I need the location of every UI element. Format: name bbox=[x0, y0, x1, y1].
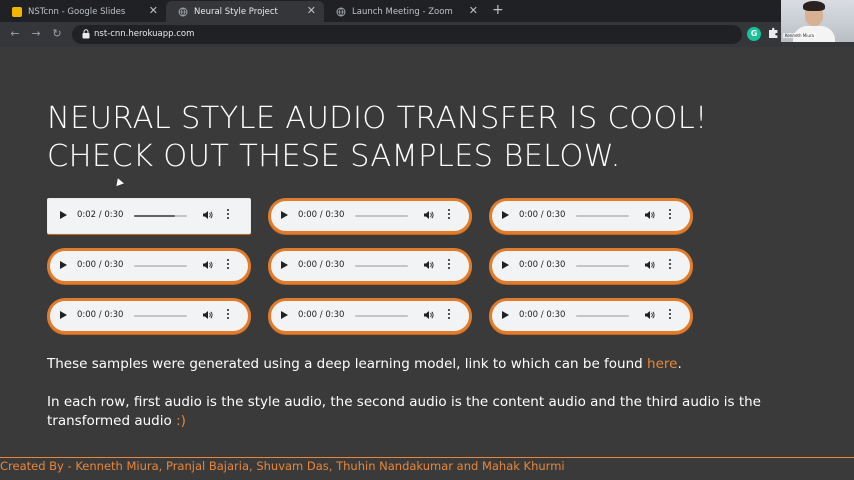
player-seek-bar[interactable] bbox=[355, 265, 408, 267]
close-tab-icon[interactable]: ✕ bbox=[469, 5, 478, 17]
player-seek-bar[interactable] bbox=[134, 265, 187, 267]
volume-icon[interactable] bbox=[203, 210, 213, 220]
more-options-icon[interactable] bbox=[447, 259, 451, 271]
footer-divider bbox=[0, 457, 854, 458]
player-time: 0:00 / 0:30 bbox=[77, 260, 124, 270]
webcam-person-hair bbox=[803, 1, 825, 11]
audio-player[interactable]: 0:00 / 0:30 bbox=[489, 298, 693, 334]
audio-player[interactable]: 0:00 / 0:30 bbox=[268, 198, 472, 234]
play-icon[interactable] bbox=[281, 211, 288, 219]
globe-icon bbox=[336, 7, 346, 16]
player-time: 0:00 / 0:30 bbox=[519, 310, 566, 320]
more-options-icon[interactable] bbox=[668, 209, 672, 221]
webcam-name-label: Kenneth Miura bbox=[783, 33, 816, 38]
explanation-text: In each row, first audio is the style au… bbox=[47, 394, 761, 429]
webcam-overlay: Kenneth Miura bbox=[781, 0, 854, 42]
play-icon[interactable] bbox=[60, 261, 67, 269]
browser-toolbar: ← → ↻ nst-cnn.herokuapp.com ☆ bbox=[0, 22, 854, 47]
more-options-icon[interactable] bbox=[447, 209, 451, 221]
address-bar[interactable]: nst-cnn.herokuapp.com ☆ bbox=[72, 25, 803, 44]
player-seek-bar[interactable] bbox=[134, 215, 187, 217]
new-tab-button[interactable]: + bbox=[492, 2, 504, 18]
more-options-icon[interactable] bbox=[226, 259, 230, 271]
audio-player[interactable]: 0:00 / 0:30 bbox=[489, 248, 693, 284]
mouse-cursor-icon bbox=[114, 176, 124, 187]
more-options-icon[interactable] bbox=[447, 309, 451, 321]
play-icon[interactable] bbox=[502, 261, 509, 269]
tab-neural-style-project[interactable]: Neural Style Project ✕ bbox=[166, 1, 324, 22]
url-text: nst-cnn.herokuapp.com bbox=[94, 29, 195, 39]
player-seek-bar[interactable] bbox=[576, 215, 629, 217]
smiley-text: :) bbox=[176, 413, 186, 429]
volume-icon[interactable] bbox=[645, 260, 655, 270]
forward-icon[interactable]: → bbox=[29, 27, 43, 40]
play-icon[interactable] bbox=[502, 311, 509, 319]
player-time: 0:02 / 0:30 bbox=[77, 210, 124, 220]
volume-icon[interactable] bbox=[424, 260, 434, 270]
back-icon[interactable]: ← bbox=[8, 27, 22, 40]
player-seek-bar[interactable] bbox=[355, 315, 408, 317]
tab-title: Launch Meeting - Zoom bbox=[352, 6, 453, 17]
tab-title: Neural Style Project bbox=[194, 6, 278, 17]
description-period: . bbox=[677, 356, 682, 372]
tab-strip: NSTcnn - Google Slides ✕ Neural Style Pr… bbox=[0, 0, 854, 22]
google-slides-icon bbox=[12, 6, 22, 17]
player-time: 0:00 / 0:30 bbox=[77, 310, 124, 320]
description-paragraph: These samples were generated using a dee… bbox=[47, 355, 807, 374]
volume-icon[interactable] bbox=[424, 310, 434, 320]
player-time: 0:00 / 0:30 bbox=[298, 260, 345, 270]
model-link[interactable]: here bbox=[647, 356, 677, 372]
grammarly-extension-icon[interactable]: G bbox=[747, 27, 761, 41]
globe-icon bbox=[178, 7, 188, 16]
more-options-icon[interactable] bbox=[668, 309, 672, 321]
audio-player[interactable]: 0:02 / 0:30 bbox=[47, 198, 251, 234]
play-icon[interactable] bbox=[502, 211, 509, 219]
page-headline: NEURAL STYLE AUDIO TRANSFER IS COOL! CHE… bbox=[47, 100, 708, 176]
close-tab-icon[interactable]: ✕ bbox=[149, 5, 158, 17]
player-time: 0:00 / 0:30 bbox=[298, 210, 345, 220]
volume-icon[interactable] bbox=[203, 310, 213, 320]
headline-line-2: CHECK OUT THESE SAMPLES BELOW. bbox=[47, 139, 621, 174]
audio-player[interactable]: 0:00 / 0:30 bbox=[489, 198, 693, 234]
explanation-paragraph: In each row, first audio is the style au… bbox=[47, 393, 807, 431]
more-options-icon[interactable] bbox=[226, 209, 230, 221]
player-time: 0:00 / 0:30 bbox=[519, 260, 566, 270]
description-text: These samples were generated using a dee… bbox=[47, 356, 648, 372]
volume-icon[interactable] bbox=[645, 210, 655, 220]
more-options-icon[interactable] bbox=[226, 309, 230, 321]
player-time: 0:00 / 0:30 bbox=[519, 210, 566, 220]
play-icon[interactable] bbox=[60, 211, 67, 219]
player-seek-progress bbox=[134, 215, 176, 217]
tab-title: NSTcnn - Google Slides bbox=[28, 6, 126, 17]
play-icon[interactable] bbox=[281, 261, 288, 269]
audio-player[interactable]: 0:00 / 0:30 bbox=[268, 248, 472, 284]
headline-line-1: NEURAL STYLE AUDIO TRANSFER IS COOL! bbox=[47, 101, 708, 136]
more-options-icon[interactable] bbox=[668, 259, 672, 271]
tab-launch-meeting-zoom[interactable]: Launch Meeting - Zoom ✕ bbox=[324, 1, 486, 22]
volume-icon[interactable] bbox=[203, 260, 213, 270]
tab-google-slides[interactable]: NSTcnn - Google Slides ✕ bbox=[0, 1, 166, 22]
footer-credits: Created By - Kenneth Miura, Pranjal Baja… bbox=[0, 459, 565, 473]
player-seek-bar[interactable] bbox=[355, 215, 408, 217]
volume-icon[interactable] bbox=[645, 310, 655, 320]
player-seek-bar[interactable] bbox=[576, 265, 629, 267]
lock-icon bbox=[82, 29, 90, 39]
player-time: 0:00 / 0:30 bbox=[298, 310, 345, 320]
audio-player[interactable]: 0:00 / 0:30 bbox=[47, 298, 251, 334]
audio-player[interactable]: 0:00 / 0:30 bbox=[268, 298, 472, 334]
volume-icon[interactable] bbox=[424, 210, 434, 220]
player-seek-bar[interactable] bbox=[134, 315, 187, 317]
extensions-puzzle-icon[interactable] bbox=[768, 27, 780, 39]
player-seek-bar[interactable] bbox=[576, 315, 629, 317]
play-icon[interactable] bbox=[60, 311, 67, 319]
play-icon[interactable] bbox=[281, 311, 288, 319]
reload-icon[interactable]: ↻ bbox=[50, 27, 64, 40]
close-tab-icon[interactable]: ✕ bbox=[307, 5, 316, 17]
audio-player[interactable]: 0:00 / 0:30 bbox=[47, 248, 251, 284]
